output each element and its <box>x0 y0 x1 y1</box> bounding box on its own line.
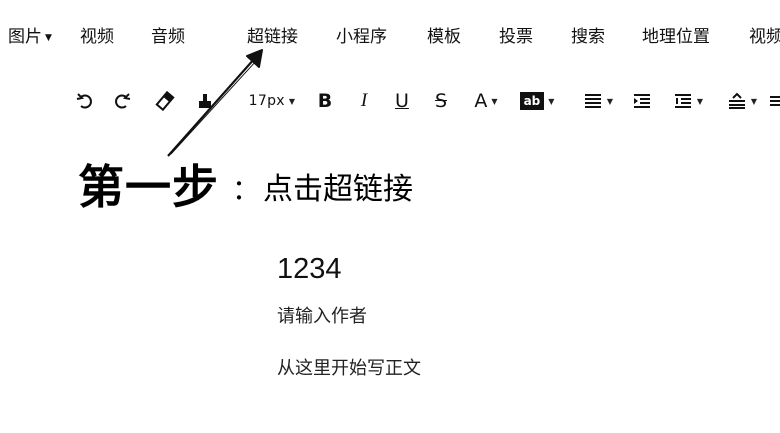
annotation-step-label: 第一步 <box>78 160 219 214</box>
undo-icon[interactable] <box>74 90 96 112</box>
line-spacing-button[interactable]: ▼ <box>668 90 708 112</box>
menu-template[interactable]: 模板 <box>427 26 461 48</box>
background-color-button[interactable]: ab ▼ <box>517 90 557 112</box>
menu-hyperlink[interactable]: 超链接 <box>247 26 298 48</box>
chevron-down-icon: ▼ <box>750 96 758 106</box>
annotation-instruction: 点击超链接 <box>263 172 413 207</box>
menu-mini-program[interactable]: 小程序 <box>336 26 387 48</box>
format-toolbar: 17px ▼ B I U S A ▼ ab ▼ ▼ ▼ ▼ <box>0 84 780 118</box>
body-editor[interactable]: 从这里开始写正文 <box>277 357 421 381</box>
paragraph-spacing-button[interactable]: ▼ <box>722 90 762 112</box>
menu-image-label: 图片 <box>8 27 42 47</box>
format-painter-icon[interactable] <box>195 90 215 112</box>
font-color-button[interactable]: A ▼ <box>469 90 503 112</box>
menu-search[interactable]: 搜索 <box>571 26 605 48</box>
indent-icon[interactable] <box>630 90 654 112</box>
chevron-down-icon: ▼ <box>288 96 296 106</box>
align-button[interactable]: ▼ <box>580 90 616 112</box>
background-color-icon: ab <box>519 92 545 110</box>
font-color-icon: A <box>474 90 488 112</box>
font-size-value: 17px <box>248 93 285 109</box>
chevron-down-icon: ▼ <box>696 96 704 106</box>
menu-vote[interactable]: 投票 <box>499 26 533 48</box>
menu-video-2[interactable]: 视频 <box>749 26 780 48</box>
chevron-down-icon: ▼ <box>548 96 555 106</box>
more-format-icon[interactable] <box>770 90 780 112</box>
chevron-down-icon: ▼ <box>606 96 614 106</box>
chevron-down-icon: ▼ <box>491 96 498 106</box>
menu-image[interactable]: 图片 ▼ <box>8 26 52 49</box>
font-size-select[interactable]: 17px ▼ <box>243 90 301 112</box>
eraser-icon[interactable] <box>153 90 177 112</box>
strikethrough-button[interactable]: S <box>431 90 451 112</box>
menu-video[interactable]: 视频 <box>80 26 114 48</box>
menu-audio[interactable]: 音频 <box>151 26 185 48</box>
author-field[interactable]: 请输入作者 <box>277 305 367 329</box>
redo-icon[interactable] <box>111 90 133 112</box>
italic-button[interactable]: I <box>354 90 374 112</box>
chevron-down-icon[interactable]: ▼ <box>45 33 52 43</box>
bold-button[interactable]: B <box>315 90 335 112</box>
underline-button[interactable]: U <box>392 90 412 112</box>
article-title-field[interactable]: 1234 <box>277 251 342 287</box>
insert-menu-bar: 图片 ▼ 视频 音频 超链接 小程序 模板 投票 搜索 地理位置 视频 <box>0 0 780 74</box>
menu-location[interactable]: 地理位置 <box>642 26 710 48</box>
annotation-colon: ： <box>232 173 261 206</box>
